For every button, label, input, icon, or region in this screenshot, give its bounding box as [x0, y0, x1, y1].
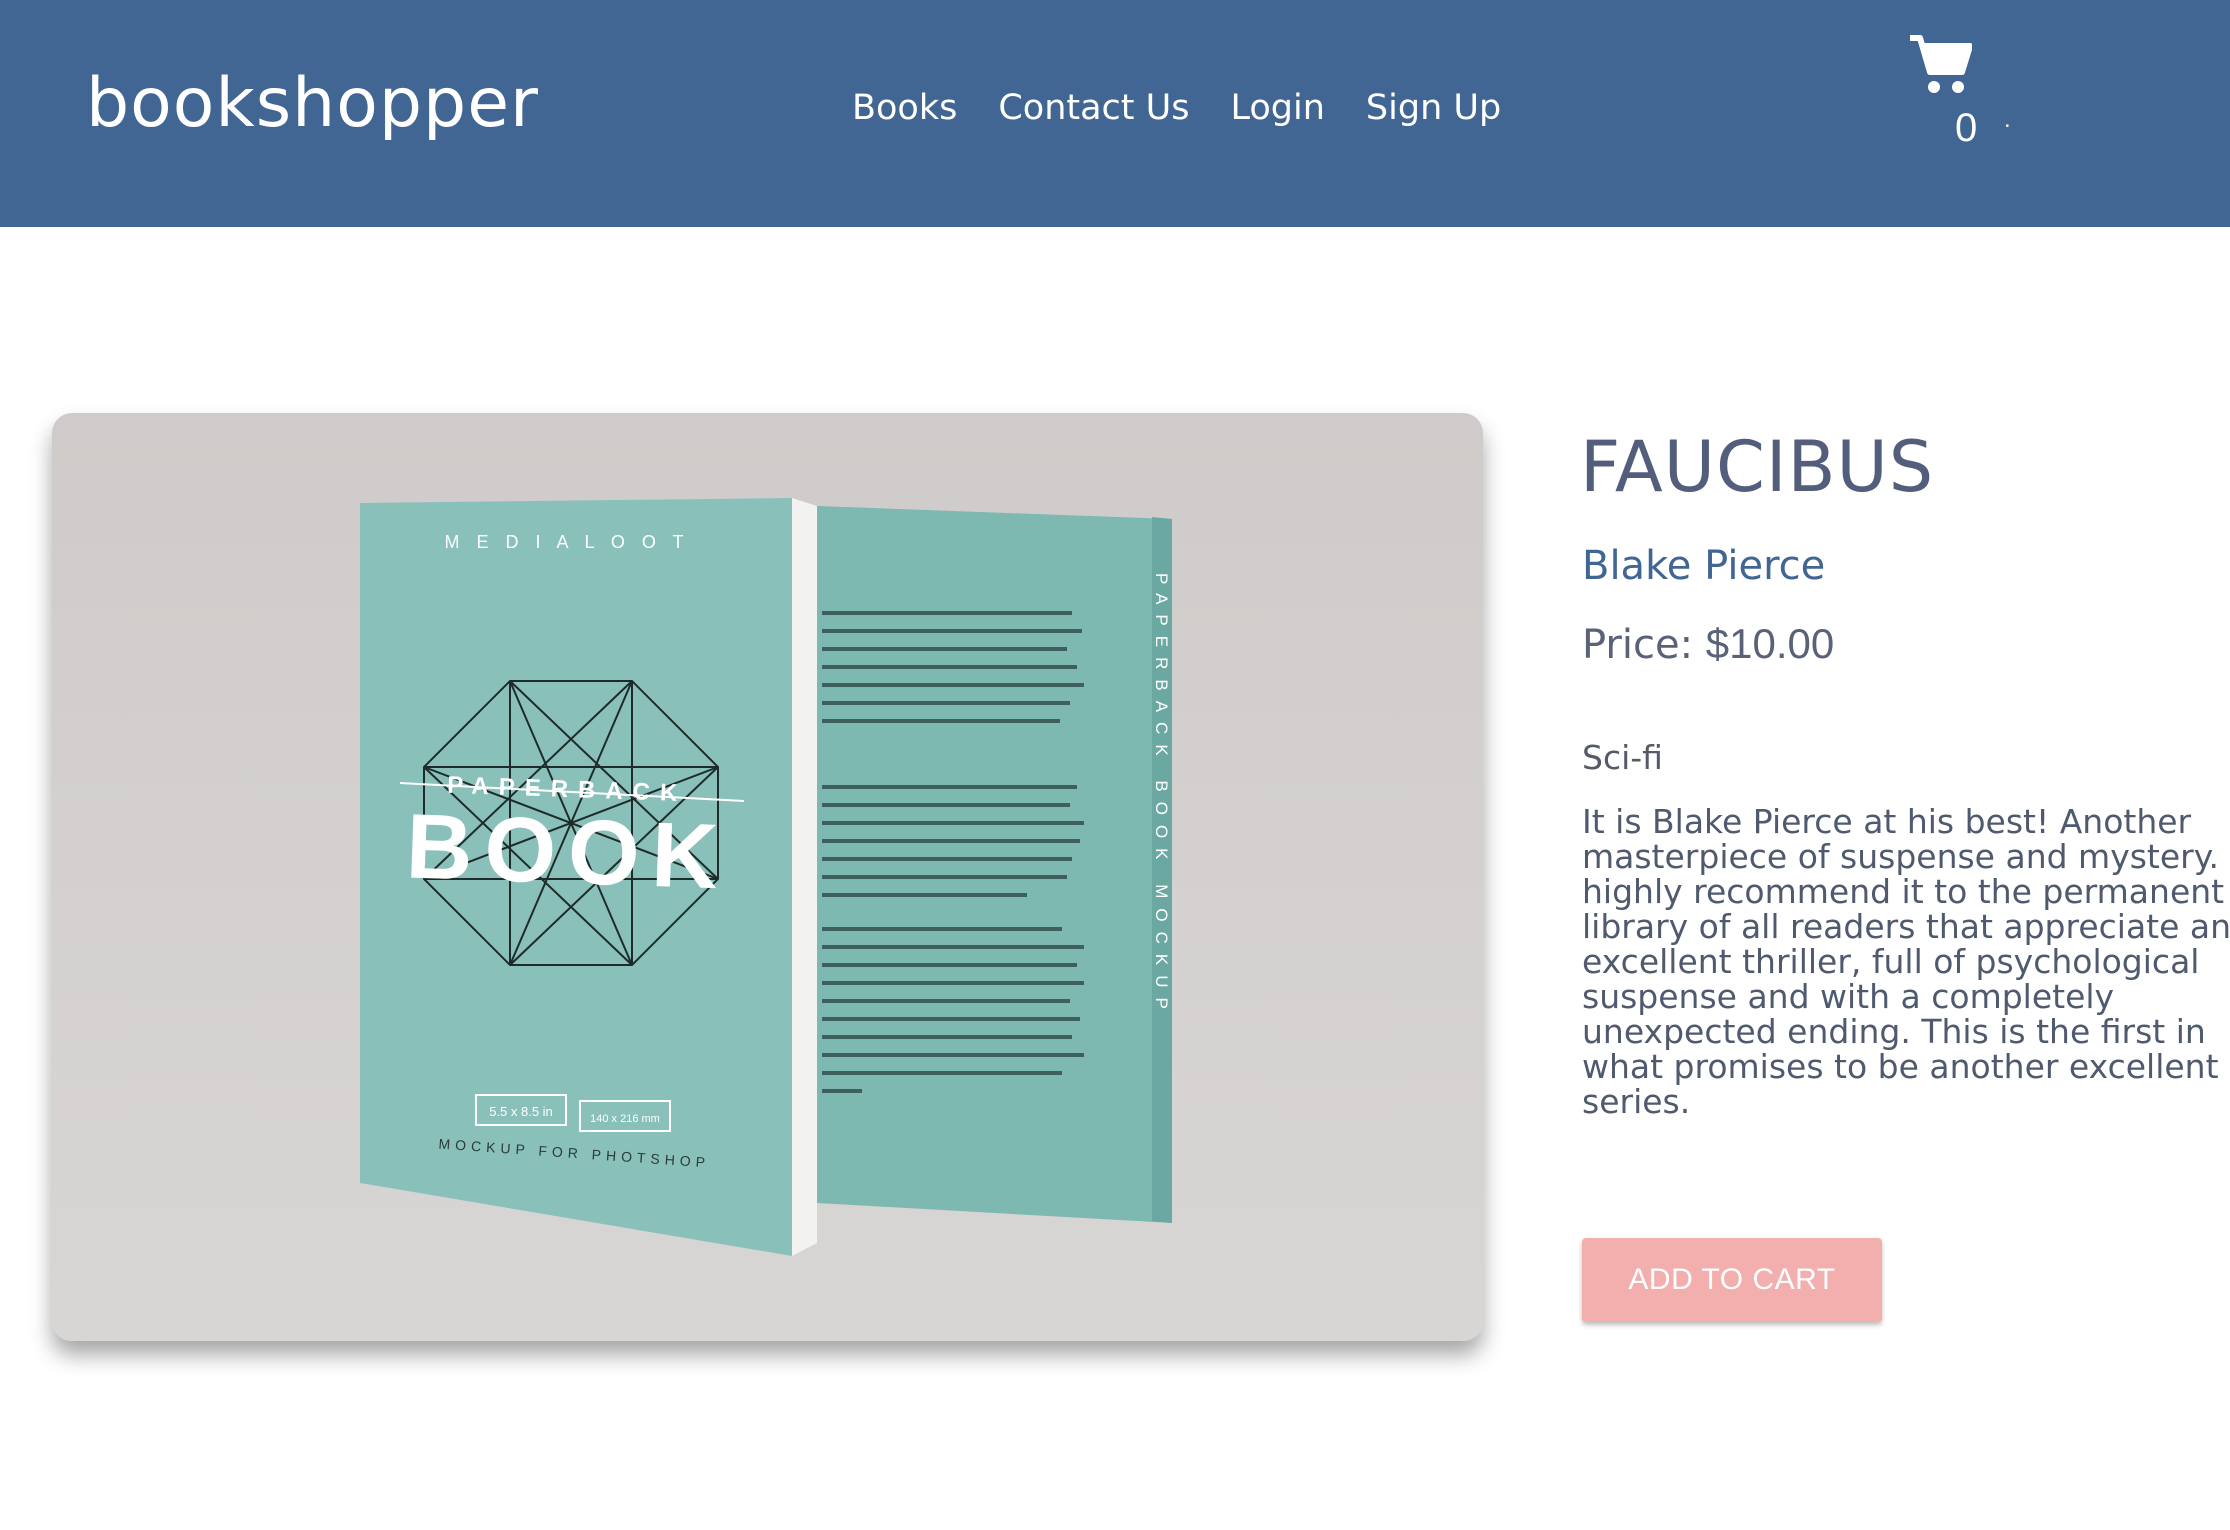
cover-brand: M E D I A L O O T: [444, 532, 689, 552]
cart-button[interactable]: 0 .: [1908, 34, 2011, 154]
price-label: Price:: [1582, 622, 1694, 668]
product-author[interactable]: Blake Pierce: [1582, 543, 1825, 589]
cover-title: BOOK: [404, 795, 731, 908]
product-image: PAPERBACK BOOK MOCKUP M E D I A L O O T …: [52, 413, 1483, 1341]
price-value: $10.00: [1705, 620, 1835, 667]
add-to-cart-button[interactable]: ADD TO CART: [1582, 1238, 1882, 1322]
book-spine-text: PAPERBACK BOOK MOCKUP: [1152, 573, 1171, 1019]
cover-size-mm: 140 x 216 mm: [590, 1113, 660, 1125]
cover-size-in: 5.5 x 8.5 in: [489, 1104, 553, 1119]
product-description: It is Blake Pierce at his best! Another …: [1582, 802, 2230, 1121]
cart-count: 0: [1955, 106, 1978, 150]
product-price: Price: $10.00: [1582, 620, 1834, 668]
nav-login[interactable]: Login: [1231, 88, 1325, 128]
nav-contact-us[interactable]: Contact Us: [998, 88, 1189, 128]
shopping-cart-icon: [1910, 35, 1972, 93]
product-genre: Sci-fi: [1582, 738, 1663, 777]
book-mockup-image: PAPERBACK BOOK MOCKUP M E D I A L O O T …: [360, 498, 1172, 1256]
nav-sign-up[interactable]: Sign Up: [1366, 88, 1501, 128]
product-title: FAUCIBUS: [1580, 426, 1935, 508]
nav-books[interactable]: Books: [852, 88, 957, 128]
site-logo[interactable]: bookshopper: [86, 64, 539, 143]
cart-dot: .: [2004, 106, 2011, 133]
site-header: bookshopper Books Contact Us Login Sign …: [0, 0, 2230, 227]
main-nav: Books Contact Us Login Sign Up: [852, 88, 1501, 128]
